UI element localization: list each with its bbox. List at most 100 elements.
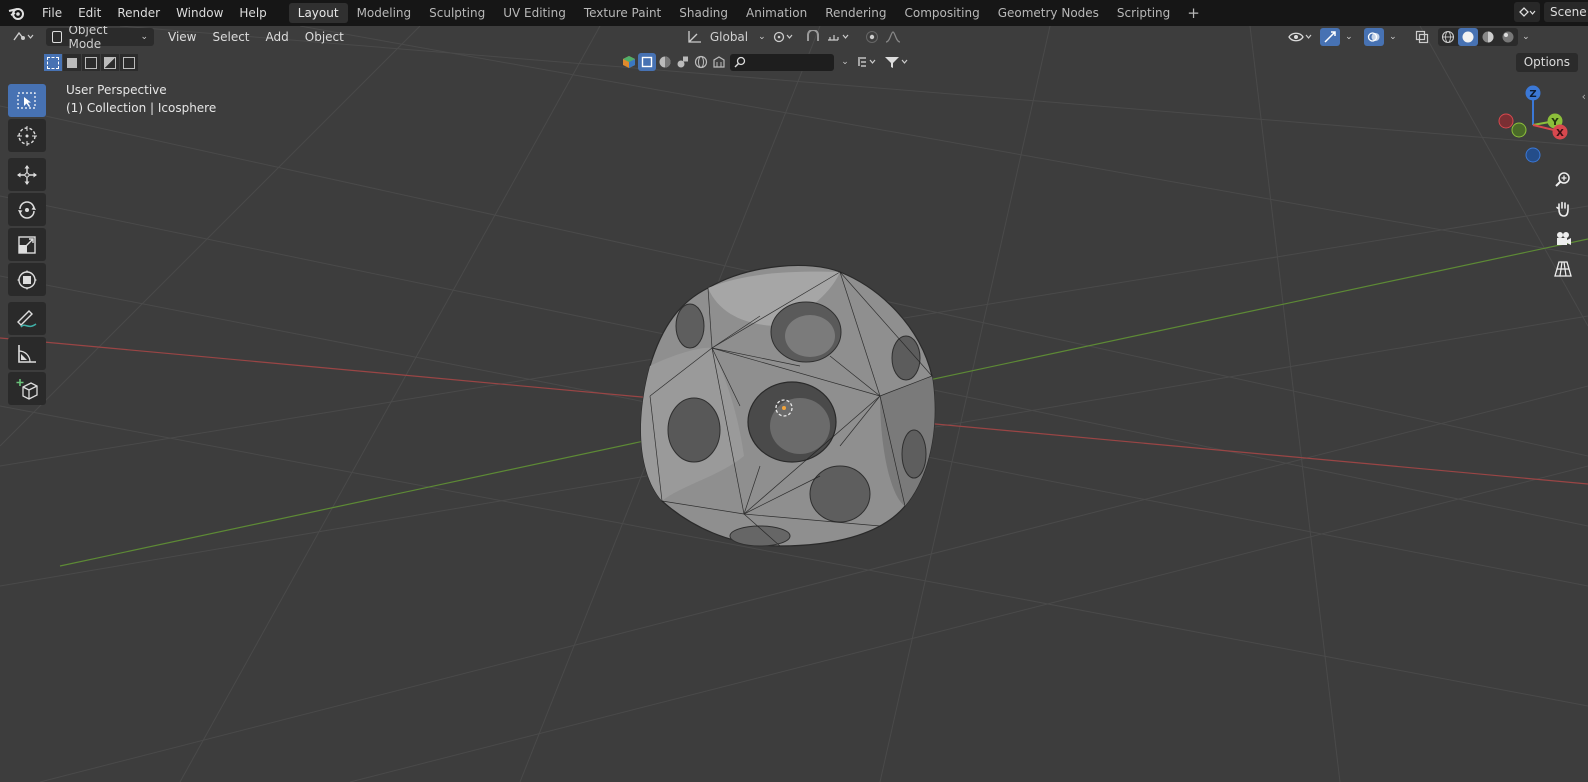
snap-target-dropdown[interactable] <box>824 28 854 46</box>
chevron-down-icon: ⌄ <box>1389 32 1397 42</box>
sidebar-expand-icon[interactable]: ‹ <box>1582 90 1586 103</box>
transform-orientation-dropdown[interactable]: Global ⌄ <box>686 28 766 46</box>
rendered-shading-button[interactable] <box>1498 28 1518 46</box>
select-new-button[interactable] <box>44 54 62 71</box>
menu-add[interactable]: Add <box>258 28 297 46</box>
sphere-icon <box>659 56 671 68</box>
blender-logo-icon[interactable] <box>0 0 34 26</box>
tab-geometry-nodes[interactable]: Geometry Nodes <box>989 3 1108 23</box>
cursor-tool[interactable] <box>8 119 46 152</box>
editor-type-icon <box>13 31 34 41</box>
menu-select[interactable]: Select <box>204 28 257 46</box>
selectable-building-button[interactable] <box>710 53 728 71</box>
chevron-down-icon: ⌄ <box>841 57 849 67</box>
tab-layout[interactable]: Layout <box>288 3 348 23</box>
tab-compositing[interactable]: Compositing <box>895 3 988 23</box>
pan-button[interactable] <box>1550 196 1576 222</box>
zoom-button[interactable] <box>1550 166 1576 192</box>
tab-sculpting[interactable]: Sculpting <box>420 3 494 23</box>
solid-icon <box>1462 31 1474 43</box>
menu-window[interactable]: Window <box>168 2 231 24</box>
overlays-icon <box>1367 32 1380 42</box>
cube-color-icon <box>623 56 635 68</box>
transform-tool[interactable] <box>8 263 46 296</box>
tab-modeling[interactable]: Modeling <box>348 3 421 23</box>
scale-tool[interactable] <box>8 228 46 261</box>
menu-help[interactable]: Help <box>231 2 274 24</box>
proportional-edit-toggle[interactable] <box>862 28 882 46</box>
options-button[interactable]: Options <box>1515 53 1578 72</box>
select-box-tool[interactable] <box>8 84 46 117</box>
tab-shading[interactable]: Shading <box>670 3 737 23</box>
tool-shelf <box>8 84 50 407</box>
xray-toggle[interactable] <box>1412 28 1432 46</box>
transform-icon <box>17 269 37 290</box>
3d-viewport[interactable]: Object Mode ⌄ View Select Add Object Glo… <box>0 26 1588 782</box>
selectable-sphere-button[interactable] <box>656 53 674 71</box>
scene-name-field[interactable]: Scene <box>1544 2 1588 22</box>
visibility-dropdown[interactable] <box>1286 28 1316 46</box>
select-invert-button[interactable] <box>101 54 119 71</box>
rotate-tool[interactable] <box>8 193 46 226</box>
add-cube-tool[interactable] <box>8 372 46 405</box>
tab-uv-editing[interactable]: UV Editing <box>494 3 575 23</box>
gizmo-icon <box>1324 31 1336 43</box>
gizmo-toggle[interactable] <box>1319 28 1340 46</box>
menu-view[interactable]: View <box>160 28 204 46</box>
annotate-tool[interactable] <box>8 302 46 335</box>
filter-dropdown[interactable] <box>882 53 912 71</box>
select-intersect-icon <box>123 56 135 69</box>
wireframe-icon <box>1441 30 1454 44</box>
search-options-button[interactable]: ⌄ <box>836 53 854 71</box>
search-icon <box>734 56 746 68</box>
orientation-icon <box>688 31 701 43</box>
hand-icon <box>1556 201 1569 217</box>
menu-edit[interactable]: Edit <box>70 2 109 24</box>
material-shading-button[interactable] <box>1478 28 1498 46</box>
select-intersect-button[interactable] <box>120 54 138 71</box>
select-subtract-button[interactable] <box>82 54 100 71</box>
snap-toggle[interactable] <box>802 28 824 46</box>
world-icon <box>694 55 708 69</box>
selectable-shapes-button[interactable] <box>674 53 692 71</box>
object-type-filter-button[interactable] <box>620 53 638 71</box>
sort-dropdown[interactable] <box>854 53 882 71</box>
perspective-toggle-button[interactable] <box>1550 256 1576 282</box>
tab-rendering[interactable]: Rendering <box>816 3 895 23</box>
overlays-dropdown[interactable]: ⌄ <box>1384 28 1402 46</box>
selectable-world-button[interactable] <box>692 53 710 71</box>
navigation-gizmo[interactable]: Z Y X <box>1478 78 1588 168</box>
scene-browse-button[interactable] <box>1514 2 1540 22</box>
editor-type-button[interactable] <box>10 28 38 46</box>
falloff-icon <box>885 31 901 43</box>
object-mode-dropdown[interactable]: Object Mode ⌄ <box>46 26 154 51</box>
menu-render[interactable]: Render <box>109 2 168 24</box>
tab-texture-paint[interactable]: Texture Paint <box>575 3 670 23</box>
menu-object[interactable]: Object <box>297 28 352 46</box>
move-tool[interactable] <box>8 158 46 191</box>
icosphere-mesh <box>640 264 936 547</box>
camera-view-button[interactable] <box>1550 226 1576 252</box>
list-icon <box>858 57 876 67</box>
shading-dropdown[interactable]: ⌄ <box>1518 28 1534 46</box>
wireframe-shading-button[interactable] <box>1438 28 1458 46</box>
menu-file[interactable]: File <box>34 2 70 24</box>
search-input[interactable] <box>730 53 834 71</box>
add-workspace-button[interactable]: + <box>1179 4 1208 22</box>
selectable-mesh-button[interactable] <box>638 53 656 71</box>
pivot-point-button[interactable] <box>770 28 798 46</box>
select-extend-button[interactable] <box>63 54 81 71</box>
gizmo-dropdown[interactable]: ⌄ <box>1340 28 1358 46</box>
shapes-icon <box>677 56 688 68</box>
move-icon <box>17 164 37 185</box>
solid-shading-button[interactable] <box>1457 28 1478 46</box>
falloff-button[interactable] <box>882 28 904 46</box>
measure-tool[interactable] <box>8 337 46 370</box>
eye-icon <box>1288 32 1312 42</box>
overlays-toggle[interactable] <box>1363 28 1384 46</box>
tab-scripting[interactable]: Scripting <box>1108 3 1179 23</box>
select-subtract-icon <box>85 56 97 69</box>
tab-animation[interactable]: Animation <box>737 3 816 23</box>
tool-settings-row: ⌄ Options <box>0 53 1588 73</box>
rendered-icon <box>1502 31 1514 43</box>
